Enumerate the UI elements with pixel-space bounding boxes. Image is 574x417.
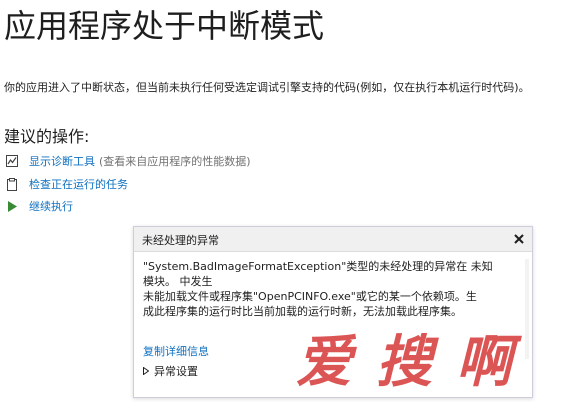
- exception-message-line: 成此程序集的运行时比当前加载的运行时新，无法加载此程序集。: [143, 305, 462, 318]
- exception-popup-header: 未经处理的异常: [134, 227, 532, 252]
- action-check-tasks[interactable]: 检查正在运行的任务: [6, 176, 128, 192]
- diagnostics-icon: [6, 154, 18, 168]
- exception-message-line: 模块。 中发生: [143, 275, 213, 288]
- action-show-diagnostics[interactable]: 显示诊断工具 (查看来自应用程序的性能数据): [6, 153, 251, 169]
- exception-settings-toggle[interactable]: 异常设置: [143, 363, 198, 379]
- page-title: 应用程序处于中断模式: [4, 7, 325, 45]
- show-diagnostics-link[interactable]: 显示诊断工具: [29, 153, 95, 169]
- expand-arrow-icon: [143, 366, 151, 376]
- show-diagnostics-hint: (查看来自应用程序的性能数据): [99, 155, 251, 168]
- check-running-tasks-link[interactable]: 检查正在运行的任务: [29, 176, 128, 192]
- clipboard-icon: [6, 177, 18, 191]
- copy-details-link[interactable]: 复制详细信息: [143, 343, 209, 359]
- action-continue[interactable]: 继续执行: [6, 198, 73, 214]
- exception-popup: 未经处理的异常 "System.BadImageFormatException"…: [133, 226, 533, 398]
- close-icon[interactable]: [510, 230, 528, 248]
- exception-message-line: "System.BadImageFormatException"类型的未经处理的…: [143, 260, 493, 273]
- break-mode-description: 你的应用进入了中断状态，但当前未执行任何受选定调试引擎支持的代码(例如，仅在执行…: [4, 81, 530, 94]
- exception-message-line: 未能加载文件或程序集"OpenPCINFO.exe"或它的某一个依赖项。生: [143, 290, 477, 303]
- exception-message-scrollbar[interactable]: [523, 259, 531, 359]
- exception-message: "System.BadImageFormatException"类型的未经处理的…: [143, 259, 513, 319]
- exception-settings-label: 异常设置: [154, 365, 198, 378]
- continue-execution-link[interactable]: 继续执行: [29, 198, 73, 214]
- play-icon: [6, 199, 18, 213]
- exception-popup-title: 未经处理的异常: [142, 234, 219, 247]
- suggested-actions-heading: 建议的操作:: [4, 127, 90, 146]
